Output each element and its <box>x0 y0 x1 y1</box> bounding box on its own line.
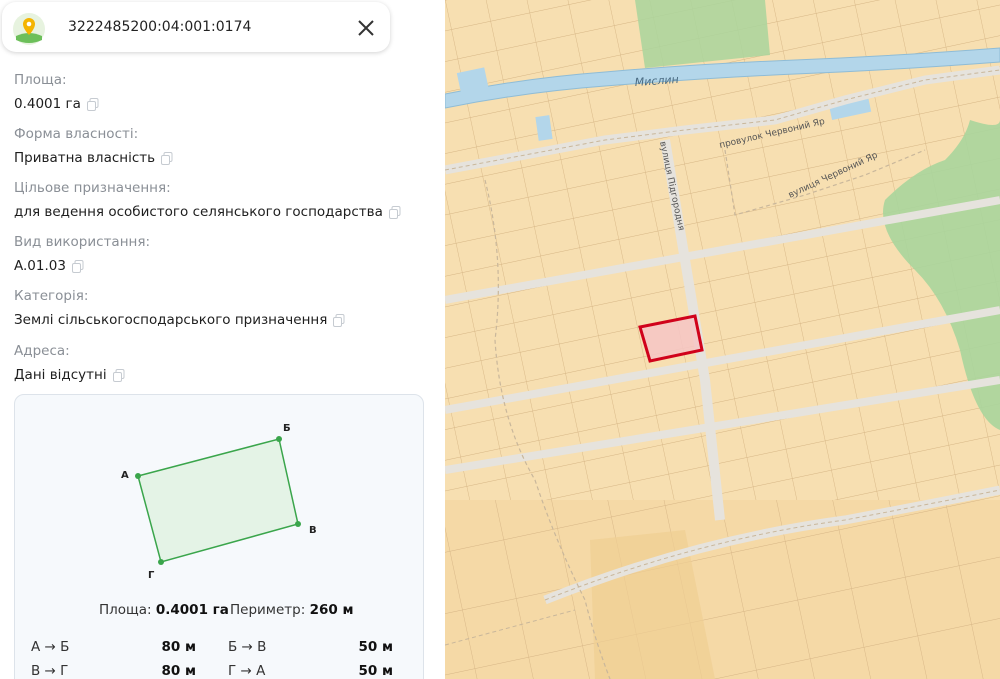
field-value: Приватна власність <box>14 150 156 166</box>
copy-icon[interactable] <box>71 259 84 273</box>
field-value: для ведення особистого селянського госпо… <box>14 204 383 220</box>
perimeter-value: 260 м <box>309 602 354 618</box>
cadastral-map[interactable]: Мислин провулок Червоний Яр вулиця Черво… <box>445 0 1000 679</box>
map-pin-logo-icon <box>13 13 45 45</box>
info-panel: 3222485200:04:001:0174 Площа: 0.4001 га … <box>0 0 445 679</box>
field-label: Адреса: <box>14 343 70 359</box>
field-value: Дані відсутні <box>14 367 107 383</box>
field-value: 0.4001 га <box>14 96 81 112</box>
usage-field: Вид використання: A.01.03 <box>14 234 150 274</box>
vertex-label: А <box>121 470 129 481</box>
area-label: Площа: <box>99 602 152 618</box>
parcel-shape-card: А Б В Г Площа: 0.4001 га Периметр: 260 м… <box>14 394 424 679</box>
field-label: Площа: <box>14 72 67 88</box>
side-length: 50 м <box>358 663 393 679</box>
field-value: Землі сільськогосподарського призначення <box>14 312 328 328</box>
search-bar[interactable]: 3222485200:04:001:0174 <box>2 2 390 52</box>
vertex-marker <box>158 559 164 565</box>
copy-icon[interactable] <box>388 205 401 219</box>
vertex-marker <box>276 436 282 442</box>
vertex-label: Г <box>148 570 155 581</box>
vertex-marker <box>135 473 141 479</box>
close-icon[interactable] <box>354 16 378 40</box>
side-name: А → Б <box>31 639 70 655</box>
purpose-field: Цільове призначення: для ведення особист… <box>14 180 401 220</box>
side-length: 80 м <box>161 663 196 679</box>
vertex-marker <box>295 521 301 527</box>
field-value: A.01.03 <box>14 258 66 274</box>
vertex-label: Б <box>283 423 291 434</box>
side-length: 80 м <box>161 639 196 655</box>
field-label: Категорія: <box>14 288 89 304</box>
search-query[interactable]: 3222485200:04:001:0174 <box>68 19 251 35</box>
parcel-outline <box>137 438 299 563</box>
copy-icon[interactable] <box>333 313 345 327</box>
area-field: Площа: 0.4001 га <box>14 72 99 112</box>
parcel-shape-diagram: А Б В Г <box>121 423 317 581</box>
field-label: Форма власності: <box>14 126 139 142</box>
copy-icon[interactable] <box>161 151 173 165</box>
map-canvas[interactable]: Мислин провулок Червоний Яр вулиця Черво… <box>445 0 1000 679</box>
perimeter-label: Периметр: <box>230 602 306 618</box>
category-field: Категорія: Землі сільськогосподарського … <box>14 288 345 328</box>
field-label: Цільове призначення: <box>14 180 171 196</box>
copy-icon[interactable] <box>86 97 99 111</box>
copy-icon[interactable] <box>112 368 125 382</box>
side-lengths: А → Б 80 м Б → В 50 м В → Г 80 м Г → А 5… <box>31 635 411 679</box>
ownership-field: Форма власності: Приватна власність <box>14 126 173 166</box>
side-length: 50 м <box>358 639 393 655</box>
side-name: В → Г <box>31 663 69 679</box>
side-name: Б → В <box>228 639 267 655</box>
side-name: Г → А <box>228 663 266 679</box>
vertex-label: В <box>309 525 317 536</box>
area-value: 0.4001 га <box>155 602 229 618</box>
field-label: Вид використання: <box>14 234 151 250</box>
field-parcels <box>445 500 1000 679</box>
address-field: Адреса: Дані відсутні <box>14 343 125 383</box>
